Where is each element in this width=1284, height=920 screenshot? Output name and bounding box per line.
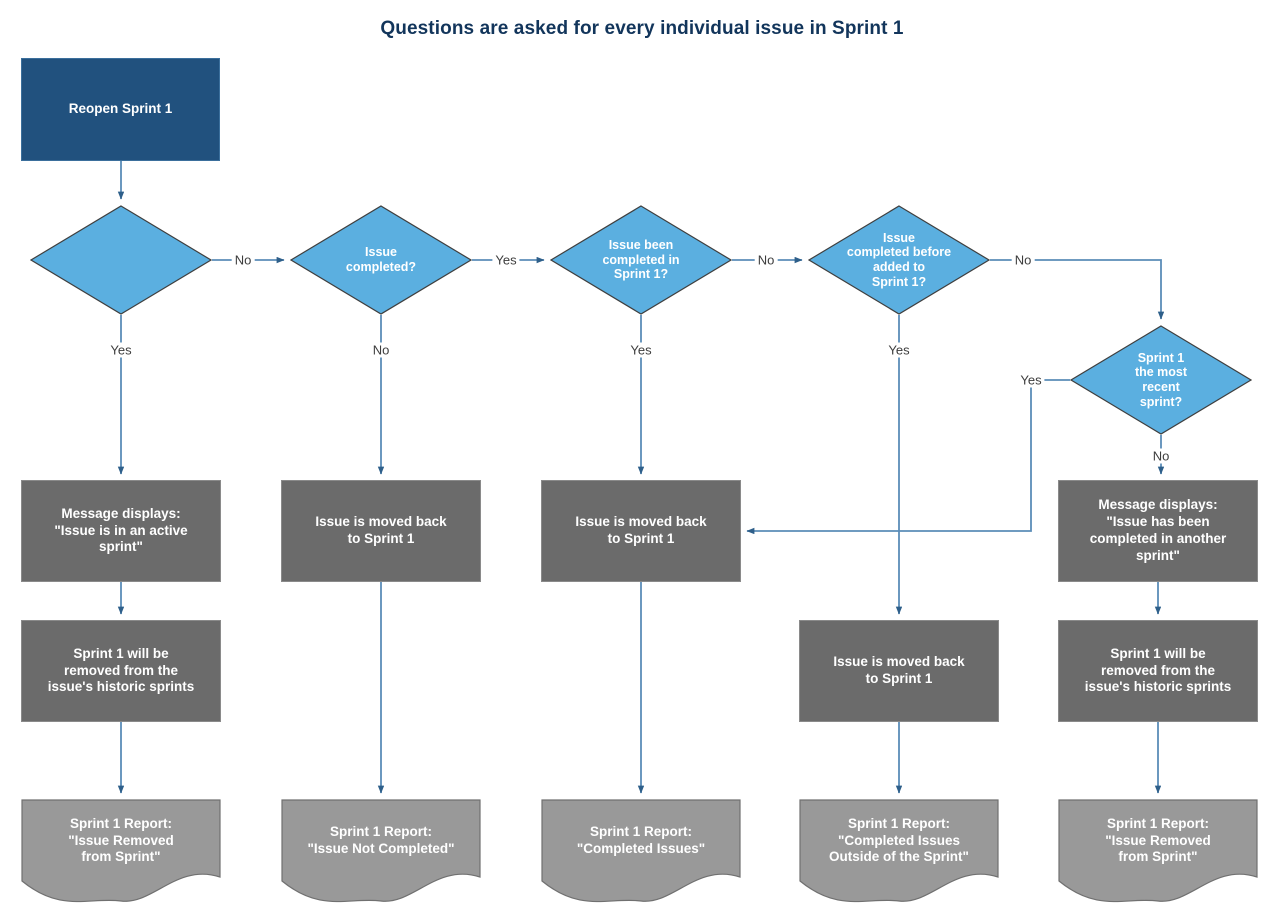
edge-label-l-d3-yes: Yes <box>627 342 655 358</box>
edge-label-l-d3-no: No <box>754 252 778 268</box>
node-label: Sprint 1 Report: "Issue Removed from Spr… <box>68 815 174 865</box>
edge-label-l-d4-no: No <box>1011 252 1035 268</box>
edge-label-l-d2-no: No <box>369 342 393 358</box>
decision-node-d1 <box>30 205 212 315</box>
node-label: Issue completed before added to Sprint 1… <box>846 230 952 289</box>
edge-label-l-d4-yes: Yes <box>885 342 913 358</box>
node-label: Sprint 1 Report: "Issue Not Completed" <box>307 824 455 856</box>
document-node-r5: Sprint 1 Report: "Issue Removed from Spr… <box>1058 799 1258 909</box>
edge-label-l-d1-yes: Yes <box>107 342 135 358</box>
node-label: Sprint 1 Report: "Completed Issues" <box>576 824 706 856</box>
edge-label-l-d5-no: No <box>1149 448 1173 464</box>
document-node-r4: Sprint 1 Report: "Completed Issues Outsi… <box>799 799 999 909</box>
edge-label-l-d2-yes: Yes <box>492 252 520 268</box>
node-label: Issue been completed in Sprint 1? <box>602 237 680 282</box>
edge-label-l-d1-no: No <box>231 252 255 268</box>
node-label: Sprint 1 Report: "Completed Issues Outsi… <box>829 815 969 865</box>
edge-label-layer: No Yes No No Yes No Yes Yes Yes No <box>0 0 1284 920</box>
decision-node-d3: Issue been completed in Sprint 1? <box>550 205 732 315</box>
decision-node-d2: Issue completed? <box>290 205 472 315</box>
edge-label-l-d5-yes: Yes <box>1017 372 1045 388</box>
decision-node-d5: Sprint 1 the most recent sprint? <box>1070 325 1252 435</box>
document-node-r3: Sprint 1 Report: "Completed Issues" <box>541 799 741 909</box>
flowchart-canvas: Questions are asked for every individual… <box>0 0 1284 920</box>
document-node-r2: Sprint 1 Report: "Issue Not Completed" <box>281 799 481 909</box>
node-label: Sprint 1 the most recent sprint? <box>1134 350 1188 409</box>
document-node-r1: Sprint 1 Report: "Issue Removed from Spr… <box>21 799 221 909</box>
decision-node-d4: Issue completed before added to Sprint 1… <box>808 205 990 315</box>
node-label: Sprint 1 Report: "Issue Removed from Spr… <box>1105 815 1211 865</box>
node-label: Issue completed? <box>345 245 417 274</box>
